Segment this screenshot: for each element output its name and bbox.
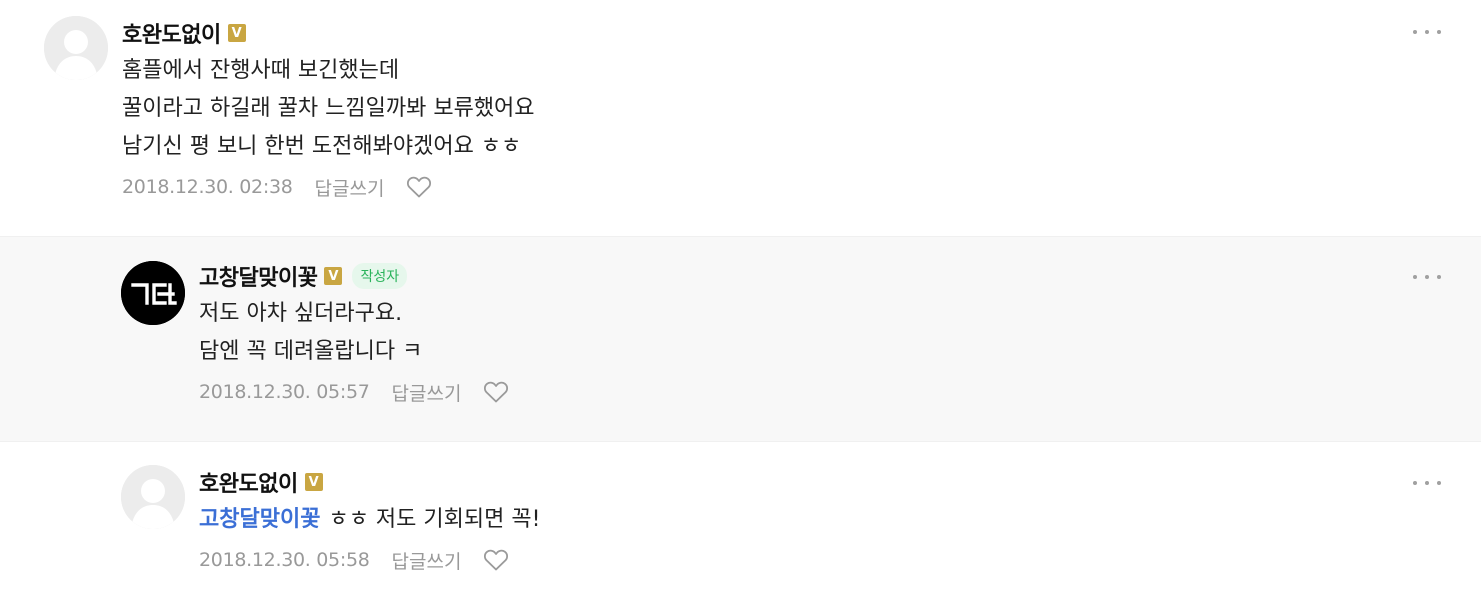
more-dots-icon[interactable] bbox=[1413, 473, 1441, 493]
comment-meta: 2018.12.30. 02:38 답글쓰기 bbox=[122, 172, 535, 202]
comment-text: 홈플에서 잔행사때 보긴했는데 꿀이라고 하길래 꿀차 느낌일까봐 보류했어요 … bbox=[122, 52, 535, 166]
comment-line: 남기신 평 보니 한번 도전해봐야겠어요 ㅎㅎ bbox=[122, 134, 522, 159]
v-badge-icon: V bbox=[227, 24, 246, 42]
name-row: 고창달맞이꽃 V 작성자 bbox=[199, 261, 509, 291]
comment-date: 2018.12.30. 05:57 bbox=[199, 381, 370, 403]
comment-meta: 2018.12.30. 05:58 답글쓰기 bbox=[199, 545, 540, 575]
heart-icon[interactable] bbox=[483, 548, 509, 572]
comment-body: 호완도없이 V 홈플에서 잔행사때 보긴했는데 꿀이라고 하길래 꿀차 느낌일까… bbox=[122, 18, 535, 202]
avatar[interactable] bbox=[44, 16, 108, 80]
comment-body: 호완도없이 V 고창달맞이꽃 ㅎㅎ 저도 기회되면 꼭! 2018.12.30. … bbox=[199, 467, 540, 575]
comment-line: ㅎㅎ 저도 기회되면 꼭! bbox=[328, 507, 541, 532]
v-badge-icon: V bbox=[324, 267, 343, 285]
comment-text: 저도 아차 싶더라구요. 담엔 꼭 데려올랍니다 ㅋ bbox=[199, 295, 509, 371]
more-dots-icon[interactable] bbox=[1413, 22, 1441, 42]
nickname[interactable]: 호완도없이 bbox=[122, 17, 221, 49]
reply-button[interactable]: 답글쓰기 bbox=[392, 379, 462, 406]
avatar[interactable] bbox=[121, 261, 185, 325]
more-dots-icon[interactable] bbox=[1413, 267, 1441, 287]
comment-1: 호완도없이 V 홈플에서 잔행사때 보긴했는데 꿀이라고 하길래 꿀차 느낌일까… bbox=[0, 0, 1481, 234]
v-badge-icon: V bbox=[304, 473, 323, 491]
nickname[interactable]: 고창달맞이꽃 bbox=[199, 260, 318, 292]
name-row: 호완도없이 V bbox=[122, 18, 535, 48]
default-avatar-icon bbox=[44, 16, 108, 80]
nickname[interactable]: 호완도없이 bbox=[199, 466, 298, 498]
mention-link[interactable]: 고창달맞이꽃 bbox=[199, 507, 320, 532]
comment-line: 저도 아차 싶더라구요. bbox=[199, 301, 403, 326]
comment-3: 호완도없이 V 고창달맞이꽃 ㅎㅎ 저도 기회되면 꼭! 2018.12.30. … bbox=[0, 443, 1481, 599]
author-tag: 작성자 bbox=[352, 263, 408, 289]
reply-button[interactable]: 답글쓰기 bbox=[315, 174, 385, 201]
heart-icon[interactable] bbox=[483, 380, 509, 404]
default-avatar-icon bbox=[121, 465, 185, 529]
comment-date: 2018.12.30. 02:38 bbox=[122, 176, 293, 198]
comment-line: 담엔 꼭 데려올랍니다 ㅋ bbox=[199, 339, 423, 364]
comment-meta: 2018.12.30. 05:57 답글쓰기 bbox=[199, 377, 509, 407]
comment-text: 고창달맞이꽃 ㅎㅎ 저도 기회되면 꼭! bbox=[199, 501, 540, 539]
comment-date: 2018.12.30. 05:58 bbox=[199, 549, 370, 571]
comment-line: 홈플에서 잔행사때 보긴했는데 bbox=[122, 58, 400, 83]
gd-logo-avatar bbox=[121, 261, 185, 325]
comment-2: 고창달맞이꽃 V 작성자 저도 아차 싶더라구요. 담엔 꼭 데려올랍니다 ㅋ … bbox=[0, 236, 1481, 442]
avatar[interactable] bbox=[121, 465, 185, 529]
reply-button[interactable]: 답글쓰기 bbox=[392, 547, 462, 574]
name-row: 호완도없이 V bbox=[199, 467, 540, 497]
comment-body: 고창달맞이꽃 V 작성자 저도 아차 싶더라구요. 담엔 꼭 데려올랍니다 ㅋ … bbox=[199, 261, 509, 407]
heart-icon[interactable] bbox=[406, 175, 432, 199]
comment-line: 꿀이라고 하길래 꿀차 느낌일까봐 보류했어요 bbox=[122, 96, 535, 121]
